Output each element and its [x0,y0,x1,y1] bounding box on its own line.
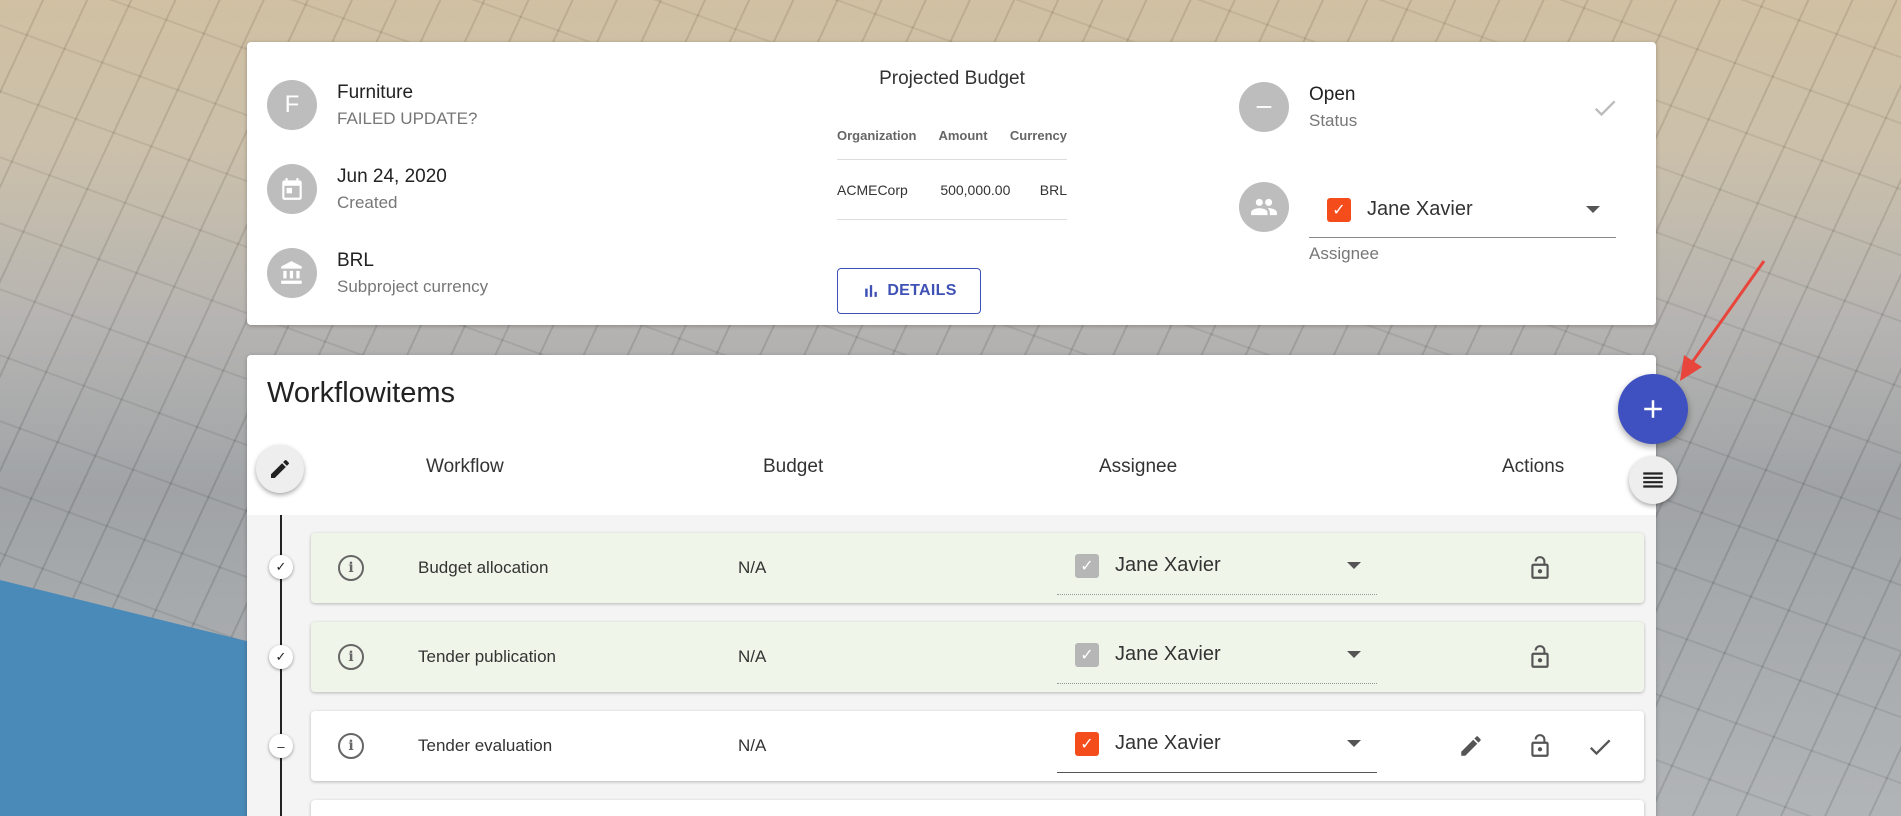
created-label: Created [337,192,398,212]
workflow-assignee-select: ✓ Jane Xavier [1057,537,1377,595]
reorder-icon [1643,472,1663,488]
assignee-checkbox: ✓ [1075,731,1099,756]
budget-table: Organization Amount Currency ACMECorp 50… [837,112,1067,220]
details-button[interactable]: DETAILS [837,268,981,314]
workflow-assignee-select: ✓ Jane Xavier [1057,626,1377,684]
workflow-assignee-select[interactable]: ✓ Jane Xavier [1057,715,1377,773]
pencil-icon [271,459,290,478]
assignee-item: ✓ Jane Xavier Assignee [1239,182,1616,264]
subproject-subtitle: FAILED UPDATE? [337,108,478,128]
close-subproject-check-icon[interactable] [1591,94,1619,129]
info-icon[interactable]: i [338,733,364,759]
projected-budget-title: Projected Budget [879,68,1025,89]
info-icon[interactable]: i [338,555,364,581]
subproject-name: Furniture [337,81,414,103]
bank-icon [267,248,317,298]
budget-header-currency: Currency [1009,128,1067,143]
bar-chart-icon [865,285,878,297]
workflow-budget: N/A [738,736,767,755]
workflow-name: Tender publication [418,647,556,666]
budget-currency: BRL [1039,181,1067,198]
plus-icon [1644,400,1662,418]
status-item: Open Status [1239,82,1357,132]
assignee-checkbox: ✓ [1327,197,1351,222]
created-date-item: Jun 24, 2020 Created [267,164,447,214]
budget-amount: 500,000.00 [940,181,1011,198]
edit-order-button[interactable] [256,445,304,493]
subproject-name-item: F Furniture FAILED UPDATE? [267,80,477,130]
currency-item: BRL Subproject currency [267,248,488,298]
budget-header-amount: Amount [938,128,988,143]
chevron-down-icon [1586,206,1600,213]
lock-icon[interactable] [1527,733,1553,764]
budget-header-organization: Organization [837,128,917,143]
assignee-select[interactable]: ✓ Jane Xavier [1309,182,1616,238]
details-button-label: DETAILS [887,282,957,299]
assignee-checkbox: ✓ [1075,642,1099,667]
subproject-avatar: F [267,80,317,130]
workflow-assignee-name: Jane Xavier [1115,554,1221,576]
pencil-icon[interactable] [1458,733,1484,764]
workflow-title: Workflowitems [267,377,455,409]
remove-icon [1239,82,1289,132]
reorder-button[interactable] [1629,456,1677,504]
budget-organization: ACMECorp [837,181,908,198]
workflow-budget: N/A [738,558,767,577]
column-workflow: Workflow [426,456,504,477]
chevron-down-icon [1347,740,1361,747]
assignee-label: Assignee [1309,244,1379,263]
workflow-row[interactable]: i Budget allocation N/A ✓ Jane Xavier [311,533,1644,603]
created-date: Jun 24, 2020 [337,165,447,187]
workflow-row[interactable]: i Tender evaluation N/A ✓ Jane Xavier [311,711,1644,781]
workflow-name: Tender evaluation [418,736,553,755]
timeline-open-icon: – [269,734,293,758]
status-label: Status [1309,110,1358,130]
calendar-icon [267,164,317,214]
chevron-down-icon [1347,562,1361,569]
workflow-row[interactable] [311,800,1644,816]
chevron-down-icon [1347,651,1361,658]
column-actions: Actions [1502,456,1565,477]
annotation-arrow-icon [1680,260,1766,381]
budget-table-row: ACMECorp 500,000.00 BRL [837,160,1067,220]
assignee-checkbox: ✓ [1075,553,1099,578]
budget-table-header: Organization Amount Currency [837,112,1067,160]
timeline-check-icon: ✓ [269,555,293,579]
timeline-check-icon: ✓ [269,645,293,669]
workflow-table-header: Workflow Budget Assignee Actions [247,456,1656,492]
subproject-summary-card: F Furniture FAILED UPDATE? Jun 24, 2020 … [247,42,1656,325]
check-icon[interactable] [1586,733,1614,766]
lock-icon[interactable] [1527,555,1553,586]
currency-value: BRL [337,249,374,271]
assignee-name: Jane Xavier [1367,198,1473,220]
workflow-budget: N/A [738,647,767,666]
status-value: Open [1309,83,1356,105]
workflow-row[interactable]: i Tender publication N/A ✓ Jane Xavier [311,622,1644,692]
info-icon[interactable]: i [338,644,364,670]
workflow-name: Budget allocation [418,558,549,577]
currency-label: Subproject currency [337,276,489,296]
workflow-assignee-name: Jane Xavier [1115,732,1221,754]
column-assignee: Assignee [1099,456,1178,477]
people-icon [1239,182,1289,232]
column-budget: Budget [763,456,824,477]
projected-budget-section: Projected Budget Organization Amount Cur… [837,68,1067,314]
lock-icon[interactable] [1527,644,1553,675]
workflow-assignee-name: Jane Xavier [1115,643,1221,665]
